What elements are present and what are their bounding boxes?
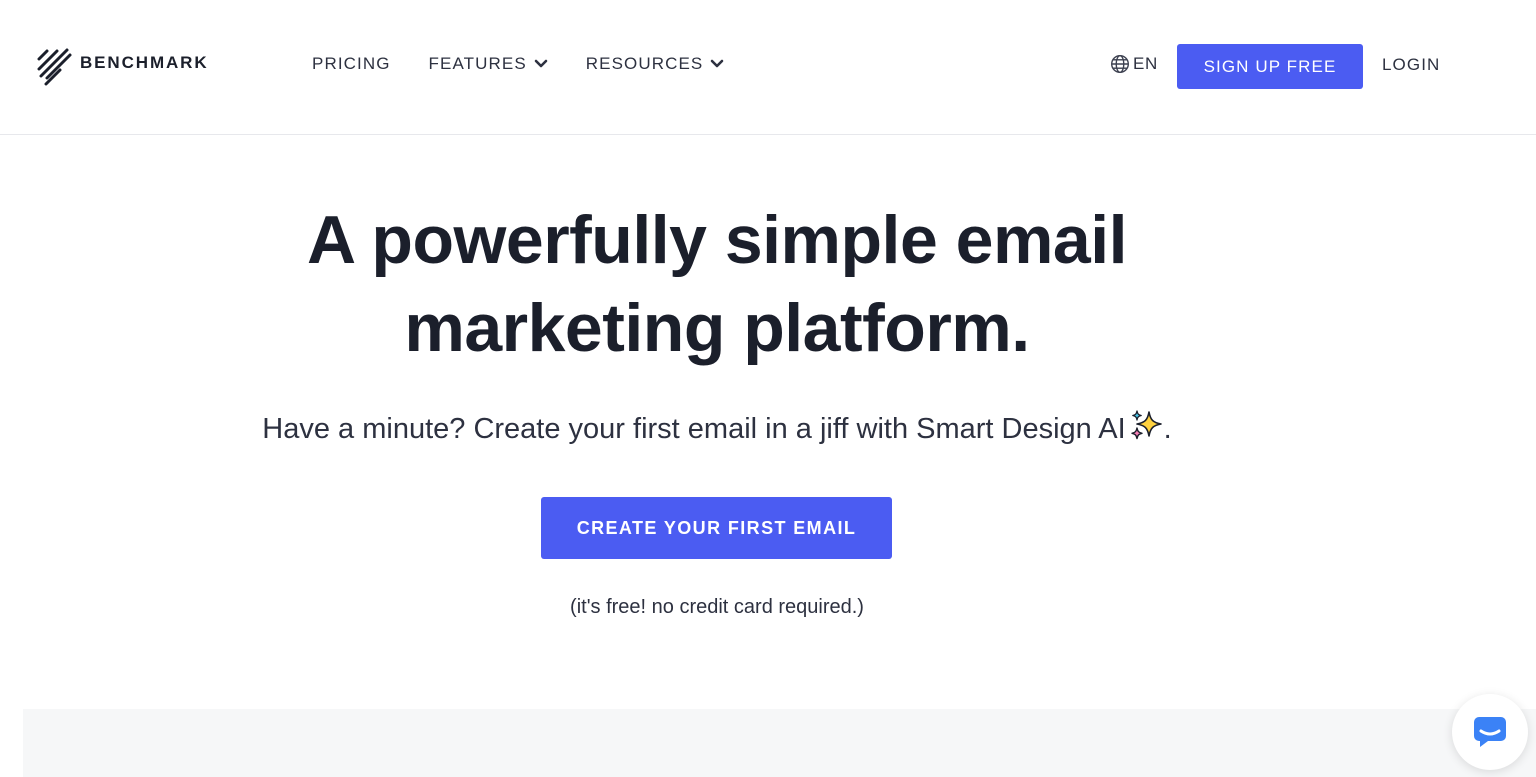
sign-up-free-button[interactable]: SIGN UP FREE [1177, 44, 1363, 89]
logo-text: BENCHMARK [80, 53, 209, 72]
create-first-email-button[interactable]: CREATE YOUR FIRST EMAIL [541, 497, 892, 559]
benchmark-logo-icon [37, 48, 72, 86]
chevron-down-icon [711, 59, 724, 68]
nav-pricing-label: PRICING [312, 54, 391, 73]
hero-subtitle-text: Have a minute? Create your first email i… [262, 413, 1126, 445]
hero-title-line-2: marketing platform. [404, 290, 1030, 366]
benchmark-logo[interactable]: BENCHMARK [37, 40, 209, 86]
nav-features-label: FEATURES [428, 54, 527, 73]
language-selector[interactable]: EN [1110, 54, 1158, 74]
sparkle-icon [1130, 410, 1162, 440]
hero-subtitle-period: . [1163, 413, 1172, 445]
login-link[interactable]: LOGIN [1382, 55, 1440, 75]
site-header: BENCHMARK PRICING FEATURES RESOURCES EN … [0, 0, 1536, 135]
hero-title-line-1: A powerfully simple email [306, 202, 1128, 278]
language-label: EN [1133, 54, 1158, 73]
nav-features[interactable]: FEATURES [429, 54, 548, 74]
nav-pricing[interactable]: PRICING [312, 54, 391, 74]
hero-subtitle: Have a minute? Create your first email i… [117, 407, 1317, 451]
free-note: (it's free! no credit card required.) [570, 596, 864, 618]
globe-icon [1110, 54, 1130, 74]
nav-resources-label: RESOURCES [585, 54, 704, 73]
chat-bubble-icon [1474, 717, 1506, 747]
nav-resources[interactable]: RESOURCES [586, 54, 725, 74]
chevron-down-icon [534, 59, 548, 68]
chat-widget-button[interactable] [1452, 694, 1528, 770]
hero-title: A powerfully simple email marketing plat… [217, 196, 1217, 372]
main-nav: PRICING FEATURES RESOURCES [312, 52, 762, 76]
content-band [23, 709, 1536, 777]
